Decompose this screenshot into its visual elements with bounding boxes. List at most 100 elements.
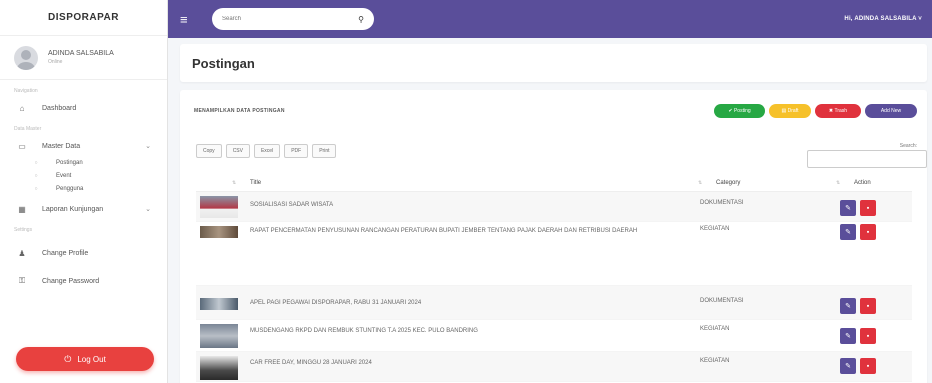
topbar-user-name: Hi, ADINDA SALSABILA: [844, 16, 917, 22]
hamburger-menu-icon[interactable]: ≡: [180, 12, 194, 27]
sidebar-user-name: ADINDA SALSABILA: [48, 50, 114, 57]
nav-section-header: Settings: [14, 227, 33, 233]
trash-icon: ▪: [866, 228, 870, 236]
table-row: CAR FREE DAY, MINGGU 28 JANUARI 2024 KEG…: [196, 352, 912, 382]
sidebar-item-pengguna[interactable]: ○ Pengguna: [0, 182, 167, 195]
sidebar-item-event[interactable]: ○ Event: [0, 169, 167, 182]
csv-button[interactable]: CSV: [225, 144, 250, 158]
circle-icon: ○: [34, 172, 38, 179]
draft-filter-button[interactable]: ▤ Draft: [769, 104, 811, 118]
post-title: APEL PAGI PEGAWAI DISPORAPAR, RABU 31 JA…: [250, 300, 422, 306]
circle-icon: ○: [34, 159, 38, 166]
delete-button[interactable]: ▪: [860, 224, 876, 240]
monitor-icon: ▭: [18, 141, 26, 151]
add-new-button[interactable]: Add New: [865, 104, 917, 118]
table-icon: ▦: [18, 204, 26, 214]
home-icon: ⌂: [19, 103, 25, 113]
sidebar-item-label: Change Profile: [42, 249, 89, 257]
pill-label: Posting: [733, 108, 751, 114]
post-title: MUSDENGANG RKPD DAN REMBUK STUNTING T.A …: [250, 328, 478, 334]
column-header-title[interactable]: Title: [250, 180, 261, 186]
sidebar-user-status: Online: [48, 59, 63, 65]
post-category: KEGIATAN: [700, 358, 730, 364]
sidebar-item-label: Postingan: [56, 159, 83, 166]
pencil-icon: ✎: [845, 205, 851, 212]
edit-button[interactable]: ✎: [840, 298, 856, 314]
pill-label: Draft: [787, 108, 799, 114]
search-box[interactable]: ⚲: [212, 8, 374, 30]
table-row: SOSIALISASI SADAR WISATA DOKUMENTASI ✎ ▪: [196, 192, 912, 222]
posts-table: ⇅ Title ⇅ Category ⇅ Action SOSIALISASI …: [196, 174, 912, 382]
pencil-icon: ✎: [845, 333, 851, 340]
column-header-action: Action: [854, 179, 871, 186]
post-thumbnail: [200, 298, 238, 310]
copy-button[interactable]: Copy: [196, 144, 222, 158]
sidebar-item-laporan[interactable]: ▦ Laporan Kunjungan ⌄: [0, 199, 167, 219]
circle-icon: ○: [34, 185, 38, 192]
sort-icon[interactable]: ⇅: [232, 180, 236, 186]
chevron-down-icon: ⌄: [145, 206, 151, 213]
sidebar-item-change-password[interactable]: ⚿ Change Password: [0, 271, 167, 291]
post-title: SOSIALISASI SADAR WISATA: [250, 202, 334, 208]
excel-button[interactable]: Excel: [253, 144, 281, 158]
table-search-label: Search:: [899, 143, 917, 149]
power-icon: ⏻: [64, 353, 72, 364]
topbar-user-menu[interactable]: Hi, ADINDA SALSABILA ˅: [844, 16, 922, 22]
edit-button[interactable]: ✎: [840, 200, 856, 216]
pill-label: Trash: [834, 108, 848, 114]
page-title: Postingan: [192, 55, 255, 71]
delete-button[interactable]: ▪: [860, 358, 876, 374]
sidebar: DISPORAPAR ADINDA SALSABILA Online Navig…: [0, 0, 168, 383]
trash-icon: ▪: [866, 362, 870, 370]
edit-button[interactable]: ✎: [840, 328, 856, 344]
edit-button[interactable]: ✎: [840, 358, 856, 374]
column-header-category[interactable]: Category: [716, 180, 740, 186]
sidebar-item-label: Dashboard: [42, 104, 77, 112]
logout-button[interactable]: ⏻ Log Out: [16, 347, 154, 371]
pill-label: Add New: [880, 108, 902, 114]
sidebar-item-dashboard[interactable]: ⌂ Dashboard: [0, 98, 167, 118]
post-title: RAPAT PENCERMATAN PENYUSUNAN RANCANGAN P…: [250, 228, 638, 234]
sidebar-item-label: Event: [56, 172, 72, 179]
trash-filter-button[interactable]: ✖ Trash: [815, 104, 861, 118]
pencil-icon: ✎: [845, 363, 851, 370]
posting-filter-button[interactable]: ✔ Posting: [714, 104, 765, 118]
edit-button[interactable]: ✎: [840, 224, 856, 240]
posts-card: MENAMPILKAN DATA POSTINGAN ✔ Posting ▤ D…: [180, 90, 927, 383]
sort-icon[interactable]: ⇅: [836, 180, 840, 186]
user-icon: ♟: [18, 248, 26, 258]
sidebar-item-change-profile[interactable]: ♟ Change Profile: [0, 243, 167, 263]
trash-icon: ▪: [866, 332, 870, 340]
export-buttons: Copy CSV Excel PDF Print: [196, 144, 337, 158]
card-heading: MENAMPILKAN DATA POSTINGAN: [194, 108, 285, 114]
filter-pills: ✔ Posting ▤ Draft ✖ Trash Add New: [714, 104, 917, 118]
trash-icon: ▪: [866, 302, 870, 310]
topbar: ≡ ⚲ Hi, ADINDA SALSABILA ˅: [168, 0, 932, 38]
sidebar-item-master-data[interactable]: ▭ Master Data ⌄: [0, 136, 167, 156]
sort-icon[interactable]: ⇅: [698, 180, 702, 186]
post-thumbnail: [200, 226, 238, 238]
table-row: MUSDENGANG RKPD DAN REMBUK STUNTING T.A …: [196, 320, 912, 352]
pdf-button[interactable]: PDF: [284, 144, 309, 158]
post-category: DOKUMENTASI: [700, 200, 744, 206]
delete-button[interactable]: ▪: [860, 298, 876, 314]
search-icon[interactable]: ⚲: [358, 15, 364, 24]
sidebar-item-label: Change Password: [42, 277, 100, 285]
post-thumbnail: [200, 196, 238, 218]
post-category: KEGIATAN: [700, 326, 730, 332]
nav-section-header: Navigation: [14, 88, 38, 94]
table-search-input[interactable]: [807, 150, 927, 168]
brand-logo-text[interactable]: DISPORAPAR: [0, 0, 167, 36]
post-thumbnail: [200, 324, 238, 348]
print-button[interactable]: Print: [312, 144, 337, 158]
sidebar-item-postingan[interactable]: ○ Postingan: [0, 156, 167, 169]
key-icon: ⚿: [18, 276, 26, 285]
sidebar-item-label: Pengguna: [56, 185, 84, 192]
logout-label: Log Out: [77, 354, 106, 364]
post-title: CAR FREE DAY, MINGGU 28 JANUARI 2024: [250, 360, 372, 366]
search-input[interactable]: [222, 16, 342, 22]
delete-button[interactable]: ▪: [860, 200, 876, 216]
table-row: APEL PAGI PEGAWAI DISPORAPAR, RABU 31 JA…: [196, 286, 912, 320]
delete-button[interactable]: ▪: [860, 328, 876, 344]
sidebar-item-label: Master Data: [42, 142, 81, 150]
